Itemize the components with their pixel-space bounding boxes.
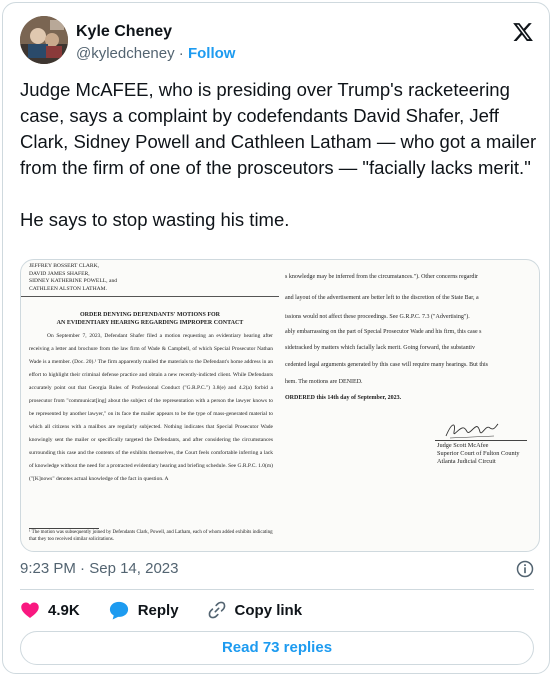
- caption-line: SIDNEY KATHERINE POWELL, and: [29, 278, 118, 284]
- ordered-date-line: ORDERED this 14th day of September, 2023…: [285, 395, 402, 401]
- tweet-date: Sep 14, 2023: [89, 560, 179, 577]
- tweet-text: Judge McAFEE, who is presiding over Trum…: [20, 79, 537, 230]
- order-line: s knowledge may be inferred from the cir…: [285, 274, 479, 280]
- footnote: ¹ The motion was subsequently joined by …: [29, 530, 273, 542]
- document-page-right: s knowledge may be inferred from the cir…: [279, 260, 539, 551]
- footnote-rule: [29, 528, 99, 529]
- tweet-timestamp[interactable]: 9:23 PM · Sep 14, 2023: [20, 559, 178, 579]
- attached-document-image[interactable]: JEFFREY BOSSERT CLARK, DAVID JAMES SHAFE…: [20, 259, 540, 552]
- order-line: issions would not affect these proceedin…: [285, 314, 470, 320]
- reply-label: Reply: [137, 601, 179, 619]
- signature-block: Judge Scott McAfee Superior Court of Ful…: [437, 442, 520, 466]
- tweet-card: Kyle Cheney @kyledcheney · Follow Judge …: [2, 2, 550, 674]
- author-name[interactable]: Kyle Cheney: [76, 22, 172, 42]
- heart-icon: [21, 602, 39, 618]
- timestamp-separator: ·: [80, 560, 86, 577]
- signature-line: Superior Court of Fulton County: [437, 450, 520, 457]
- order-line: ably embarrassing on the part of Special…: [285, 329, 482, 335]
- document-page-left: JEFFREY BOSSERT CLARK, DAVID JAMES SHAFE…: [21, 260, 279, 551]
- author-handle[interactable]: @kyledcheney: [76, 45, 175, 62]
- follow-button[interactable]: Follow: [188, 45, 236, 62]
- x-logo-icon[interactable]: [512, 21, 534, 43]
- order-title-line: AN EVIDENTIARY HEARING REGARDING IMPROPE…: [56, 319, 244, 326]
- caption-rule: [21, 296, 279, 297]
- copy-link-button[interactable]: Copy link: [207, 600, 303, 620]
- caption-line: CATHLEEN ALSTON LATHAM.: [29, 285, 108, 292]
- tweet-time: 9:23 PM: [20, 560, 76, 577]
- divider: [20, 589, 534, 590]
- caption-line: DAVID JAMES SHAFER,: [29, 270, 90, 277]
- judge-signature: [445, 423, 499, 439]
- order-title-line: ORDER DENYING DEFENDANTS' MOTIONS FOR: [79, 312, 220, 318]
- order-line: hem. The motions are DENIED.: [285, 379, 363, 385]
- author-handle-row: @kyledcheney · Follow: [76, 44, 235, 64]
- order-line: sidetracked by matters which facially la…: [285, 345, 475, 351]
- like-button[interactable]: 4.9K: [20, 600, 80, 620]
- reply-button[interactable]: Reply: [108, 600, 179, 620]
- order-line: and layout of the advertisement are bett…: [285, 295, 479, 301]
- link-icon: [208, 601, 225, 619]
- signature-line: Judge Scott McAfee: [437, 442, 489, 449]
- like-count: 4.9K: [48, 601, 80, 619]
- signature-line: Atlanta Judicial Circuit: [437, 458, 496, 465]
- action-bar: 4.9K Reply Copy link: [20, 599, 330, 621]
- order-line: cedented legal arguments generated by th…: [285, 362, 488, 368]
- avatar[interactable]: [20, 16, 68, 64]
- caption-line: JEFFREY BOSSERT CLARK,: [29, 263, 100, 269]
- info-icon[interactable]: [515, 559, 535, 579]
- handle-separator: ·: [178, 45, 184, 62]
- reply-bubble-icon: [109, 601, 128, 620]
- read-replies-button[interactable]: Read 73 replies: [20, 631, 534, 665]
- copy-link-label: Copy link: [234, 601, 303, 619]
- signature-rule: [435, 440, 527, 441]
- order-body: On September 7, 2023, Defendant Shafer f…: [29, 333, 273, 482]
